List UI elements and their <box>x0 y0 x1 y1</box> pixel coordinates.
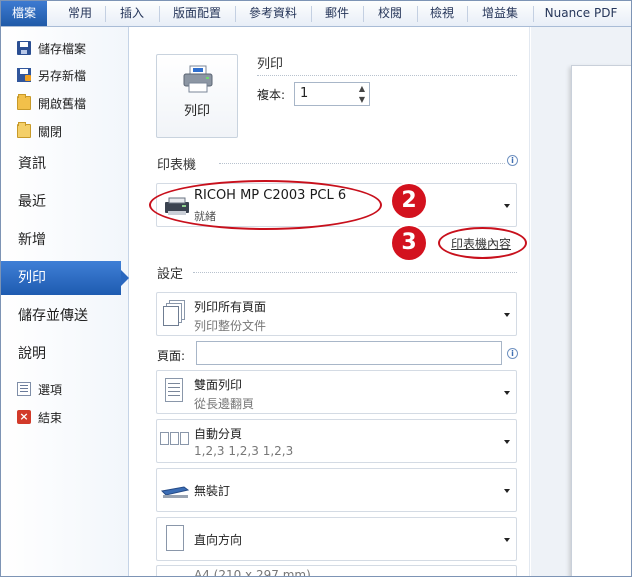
preview-page <box>571 65 631 576</box>
print-button-label: 列印 <box>183 104 210 119</box>
orientation-title: 直向方向 <box>194 533 243 547</box>
tab-separator <box>159 6 160 22</box>
chevron-down-icon <box>504 538 510 542</box>
tab-separator <box>533 6 534 22</box>
print-heading: 列印 <box>257 57 284 72</box>
word-backstage-window: 檔案 常用 插入 版面配置 參考資料 郵件 校閱 檢視 增益集 Nuance P… <box>0 0 632 577</box>
tab-insert[interactable]: 插入 <box>107 1 157 26</box>
exit-icon: × <box>17 410 31 424</box>
copies-label: 複本: <box>257 88 286 102</box>
copies-value: 1 <box>300 86 309 101</box>
nav-tab-info[interactable]: 資訊 <box>1 147 129 181</box>
tab-view[interactable]: 檢視 <box>419 1 465 26</box>
divider <box>257 75 517 76</box>
nav-tab-help[interactable]: 說明 <box>1 337 129 371</box>
open-label: 開啟舊檔 <box>38 96 87 111</box>
tab-separator <box>105 6 106 22</box>
print-button[interactable]: 列印 <box>156 54 238 138</box>
save-label: 儲存檔案 <box>38 41 87 56</box>
chevron-down-icon <box>504 204 510 208</box>
options-command[interactable]: 選項 <box>17 380 62 398</box>
tab-separator <box>363 6 364 22</box>
copies-stepper[interactable]: 1 ▲ ▼ <box>294 82 370 106</box>
save-as-icon <box>17 68 31 82</box>
tab-mailings[interactable]: 郵件 <box>313 1 361 26</box>
print-range-dropdown[interactable]: 列印所有頁面 列印整份文件 <box>156 292 517 336</box>
chevron-down-icon <box>504 391 510 395</box>
duplex-dropdown[interactable]: 雙面列印 從長邊翻頁 <box>156 370 517 414</box>
tab-home[interactable]: 常用 <box>55 1 105 26</box>
tab-separator <box>235 6 236 22</box>
tab-separator <box>417 6 418 22</box>
printer-heading: 印表機 <box>157 158 197 173</box>
spin-down-icon[interactable]: ▼ <box>357 95 367 105</box>
portrait-page-icon <box>166 525 184 551</box>
divider <box>193 272 517 273</box>
pages-label: 頁面: <box>157 349 186 363</box>
nav-tab-recent[interactable]: 最近 <box>1 185 129 219</box>
print-range-title: 列印所有頁面 <box>194 300 267 314</box>
duplex-title: 雙面列印 <box>194 378 243 392</box>
tab-separator <box>467 6 468 22</box>
save-command[interactable]: 儲存檔案 <box>17 39 86 57</box>
open-command[interactable]: 開啟舊檔 <box>17 94 86 112</box>
info-icon[interactable]: i <box>507 155 518 166</box>
tab-references[interactable]: 參考資料 <box>237 1 309 26</box>
divider <box>219 163 505 164</box>
annotation-badge-2: 2 <box>392 184 426 218</box>
print-range-subtitle: 列印整份文件 <box>194 319 267 333</box>
info-icon[interactable]: i <box>507 348 518 359</box>
spin-up-icon[interactable]: ▲ <box>357 84 367 94</box>
save-as-command[interactable]: 另存新檔 <box>17 66 86 84</box>
tab-separator <box>311 6 312 22</box>
chevron-down-icon <box>504 440 510 444</box>
stapler-icon <box>160 486 190 498</box>
staple-title: 無裝訂 <box>194 484 231 498</box>
nav-tab-new[interactable]: 新增 <box>1 223 129 257</box>
collate-title: 自動分頁 <box>194 427 243 441</box>
exit-label: 結束 <box>38 410 63 425</box>
duplex-subtitle: 從長邊翻頁 <box>194 397 255 411</box>
chevron-down-icon <box>504 313 510 317</box>
pages-input[interactable] <box>196 341 502 365</box>
collate-dropdown[interactable]: 自動分頁 1,2,3 1,2,3 1,2,3 <box>156 419 517 463</box>
tab-page-layout[interactable]: 版面配置 <box>161 1 233 26</box>
paper-size-title: A4 (210 x 297 mm) <box>194 568 311 577</box>
close-command[interactable]: 關閉 <box>17 122 62 140</box>
ribbon-tab-bar: 檔案 常用 插入 版面配置 參考資料 郵件 校閱 檢視 增益集 Nuance P… <box>1 1 631 27</box>
options-label: 選項 <box>38 382 63 397</box>
save-icon <box>17 41 31 55</box>
paper-size-dropdown[interactable]: A4 (210 x 297 mm) <box>156 565 517 577</box>
tab-review[interactable]: 校閱 <box>365 1 415 26</box>
tab-addins[interactable]: 增益集 <box>469 1 531 26</box>
annotation-ellipse-properties <box>438 227 527 259</box>
settings-heading: 設定 <box>157 267 184 282</box>
chevron-down-icon <box>504 489 510 493</box>
save-as-label: 另存新檔 <box>38 68 87 83</box>
nav-tab-print[interactable]: 列印 <box>1 261 129 295</box>
close-label: 關閉 <box>38 124 63 139</box>
tab-nuance-pdf[interactable]: Nuance PDF <box>535 1 627 26</box>
tab-file[interactable]: 檔案 <box>1 1 47 26</box>
annotation-ellipse-printer <box>149 180 382 230</box>
nav-tab-save-send[interactable]: 儲存並傳送 <box>1 299 129 333</box>
options-icon <box>17 382 31 396</box>
orientation-dropdown[interactable]: 直向方向 <box>156 517 517 561</box>
exit-command[interactable]: × 結束 <box>17 408 62 426</box>
collate-subtitle: 1,2,3 1,2,3 1,2,3 <box>194 444 294 458</box>
open-folder-icon <box>17 94 31 110</box>
printer-icon <box>183 65 213 93</box>
close-folder-icon <box>17 122 31 138</box>
staple-dropdown[interactable]: 無裝訂 <box>156 468 517 512</box>
annotation-badge-3: 3 <box>392 226 426 260</box>
